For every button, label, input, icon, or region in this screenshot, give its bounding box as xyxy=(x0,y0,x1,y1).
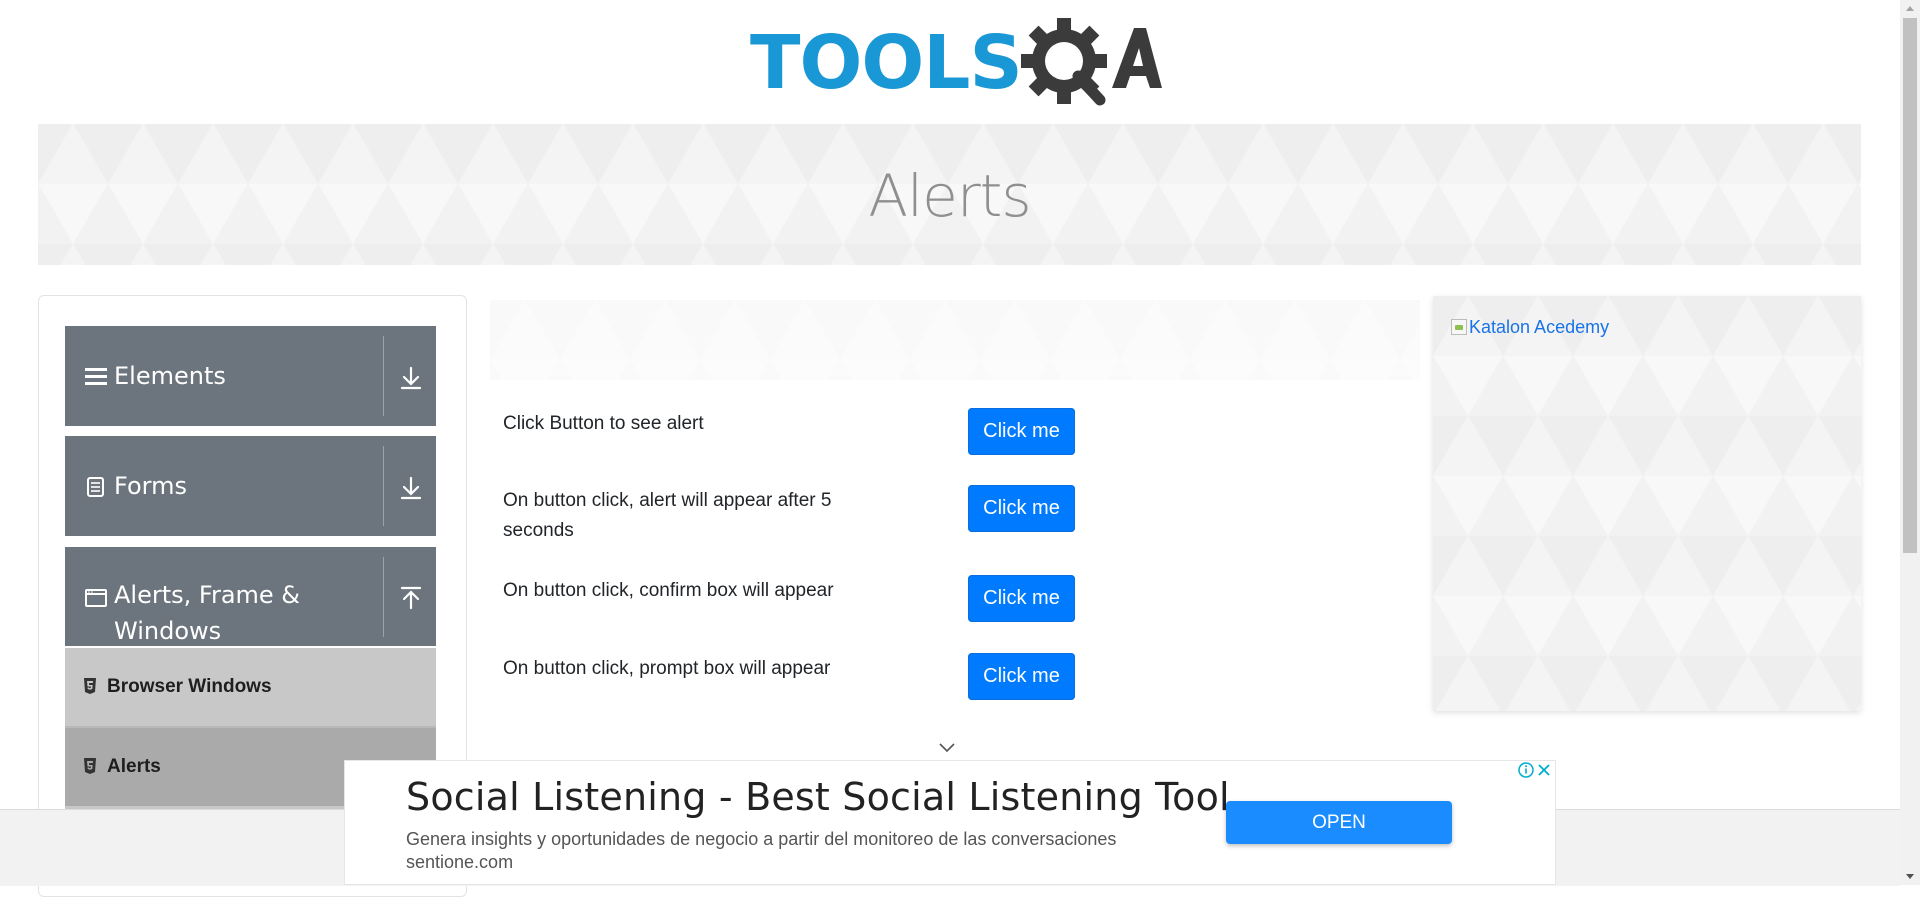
timer-alert-button[interactable]: Click me xyxy=(968,485,1075,532)
upload-arrow-icon[interactable] xyxy=(396,584,426,614)
logo-text: TOOLS xyxy=(750,20,1023,106)
ad-headline[interactable]: Social Listening - Best Social Listening… xyxy=(406,775,1230,819)
page-title: Alerts xyxy=(868,162,1031,230)
decorative-pattern xyxy=(490,300,1420,380)
sidebar-group-forms[interactable]: Forms xyxy=(65,436,436,536)
download-arrow-icon[interactable] xyxy=(396,473,426,503)
sidebar-group-label-line2: Windows xyxy=(114,617,222,645)
scroll-down-arrow-icon[interactable] xyxy=(1900,867,1920,885)
sidebar-group-label: Elements xyxy=(114,362,226,390)
vertical-scrollbar[interactable] xyxy=(1900,0,1920,885)
ad-description: Genera insights y oportunidades de negoc… xyxy=(406,829,1117,849)
broken-image-icon xyxy=(1451,319,1467,335)
sidebar-group-label: Forms xyxy=(114,472,187,500)
ad-image-alt[interactable]: Katalon Acedemy xyxy=(1451,317,1609,338)
confirm-row-label: On button click, confirm box will appear xyxy=(503,580,834,601)
alert-row-label: Click Button to see alert xyxy=(503,413,704,434)
sidebar-group-label-line1: Alerts, Frame & xyxy=(114,581,301,609)
sidebar-group-alerts-frame-windows[interactable]: Alerts, Frame & Windows xyxy=(65,547,436,646)
sidebar-group-elements[interactable]: Elements xyxy=(65,326,436,426)
timer-alert-row-label: On button click, alert will appear after… xyxy=(503,490,832,541)
prompt-row-label: On button click, prompt box will appear xyxy=(503,658,831,679)
sidebar-item-label: Alerts xyxy=(107,756,161,777)
alert-button[interactable]: Click me xyxy=(968,408,1075,455)
window-icon xyxy=(85,589,107,607)
scroll-up-arrow-icon[interactable] xyxy=(1900,0,1920,18)
info-icon[interactable] xyxy=(1517,761,1535,779)
download-arrow-icon[interactable] xyxy=(396,363,426,393)
gear-magnifier-logo-icon xyxy=(1021,18,1162,106)
document-icon xyxy=(87,477,104,497)
divider xyxy=(383,336,384,416)
ad-alt-text: Katalon Acedemy xyxy=(1469,317,1610,337)
side-advertisement[interactable]: Katalon Acedemy xyxy=(1433,296,1861,711)
toolsqa-logo[interactable]: TOOLS xyxy=(750,18,1162,113)
sidebar-item-label: Browser Windows xyxy=(107,676,272,697)
bottom-advertisement[interactable]: Social Listening - Best Social Listening… xyxy=(344,760,1556,885)
html5-icon xyxy=(84,758,96,774)
close-icon[interactable] xyxy=(1535,761,1553,779)
chevron-down-icon[interactable] xyxy=(938,740,956,754)
scrollbar-thumb[interactable] xyxy=(1903,18,1917,553)
confirm-button[interactable]: Click me xyxy=(968,575,1075,622)
divider xyxy=(383,557,384,637)
page-header-banner: Alerts xyxy=(38,124,1861,265)
ad-url[interactable]: sentione.com xyxy=(406,852,513,873)
divider xyxy=(383,446,384,526)
prompt-button[interactable]: Click me xyxy=(968,653,1075,700)
html5-icon xyxy=(84,678,96,694)
hamburger-icon xyxy=(85,368,107,385)
sidebar-item-browser-windows[interactable]: Browser Windows xyxy=(65,648,436,726)
ad-open-button[interactable]: OPEN xyxy=(1226,801,1452,844)
